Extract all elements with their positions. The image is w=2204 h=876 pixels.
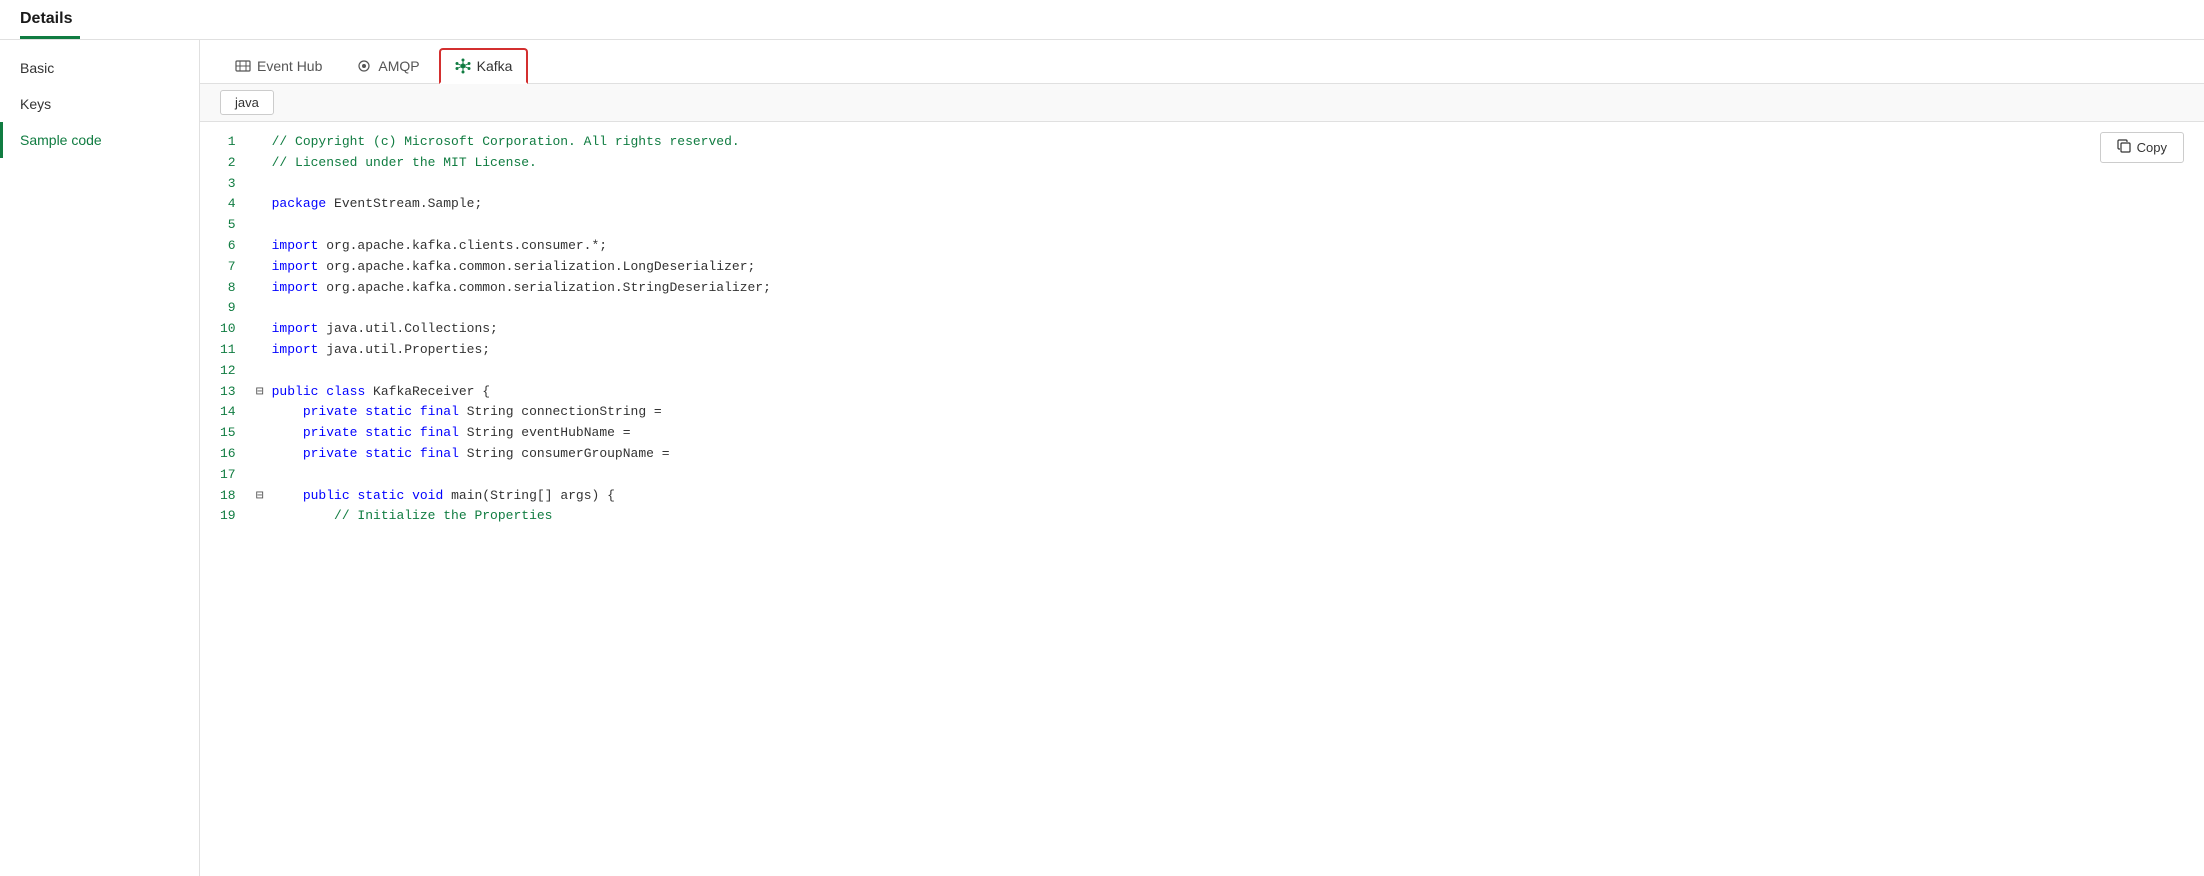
code-table: 1 // Copyright (c) Microsoft Corporation… [200,132,2204,527]
tab-amqp[interactable]: AMQP [341,49,434,83]
table-row: 5 [200,215,2204,236]
sidebar: Basic Keys Sample code [0,40,200,876]
main-layout: Basic Keys Sample code [0,40,2204,876]
content-area: Event Hub AMQP [200,40,2204,876]
table-row: 14 private static final String connectio… [200,402,2204,423]
sidebar-item-basic[interactable]: Basic [0,50,199,86]
sidebar-item-basic-label: Basic [20,60,54,76]
table-row: 7 import org.apache.kafka.common.seriali… [200,257,2204,278]
kafka-icon [455,58,471,74]
sidebar-item-keys-label: Keys [20,96,51,112]
table-row: 16 private static final String consumerG… [200,444,2204,465]
header: Details [0,0,2204,40]
table-row: 15 private static final String eventHubN… [200,423,2204,444]
table-row: 3 [200,174,2204,195]
table-row: 6 import org.apache.kafka.clients.consum… [200,236,2204,257]
copy-icon [2117,139,2131,156]
event-hub-icon [235,58,251,74]
lang-tab-bar: java [200,84,2204,122]
sidebar-item-keys[interactable]: Keys [0,86,199,122]
table-row: 12 [200,361,2204,382]
table-row: 9 [200,298,2204,319]
table-row: 1 // Copyright (c) Microsoft Corporation… [200,132,2204,153]
tab-event-hub[interactable]: Event Hub [220,49,337,83]
copy-button[interactable]: Copy [2100,132,2184,163]
sidebar-item-sample-code-label: Sample code [20,132,102,148]
tab-bar: Event Hub AMQP [200,40,2204,84]
table-row: 2 // Licensed under the MIT License. [200,153,2204,174]
page-container: Details Basic Keys Sample code [0,0,2204,876]
tab-event-hub-label: Event Hub [257,58,322,74]
table-row: 13 ⊟ public class KafkaReceiver { [200,382,2204,403]
sidebar-item-sample-code[interactable]: Sample code [0,122,199,158]
table-row: 4 package EventStream.Sample; [200,194,2204,215]
tab-kafka-label: Kafka [477,58,513,74]
tab-kafka[interactable]: Kafka [439,48,529,84]
copy-button-container: Copy [2100,132,2184,163]
table-row: 11 import java.util.Properties; [200,340,2204,361]
page-title: Details [20,10,2184,28]
code-area: Copy 1 // Copyright (c) Microsoft Corpor… [200,122,2204,876]
table-row: 8 import org.apache.kafka.common.seriali… [200,278,2204,299]
table-row: 19 // Initialize the Properties [200,506,2204,527]
title-underline [20,36,80,39]
tab-amqp-label: AMQP [378,58,419,74]
lang-tab-java[interactable]: java [220,90,274,115]
table-row: 10 import java.util.Collections; [200,319,2204,340]
table-row: 17 [200,465,2204,486]
amqp-icon [356,58,372,74]
table-row: 18 ⊟ public static void main(String[] ar… [200,486,2204,507]
copy-button-label: Copy [2137,140,2167,155]
